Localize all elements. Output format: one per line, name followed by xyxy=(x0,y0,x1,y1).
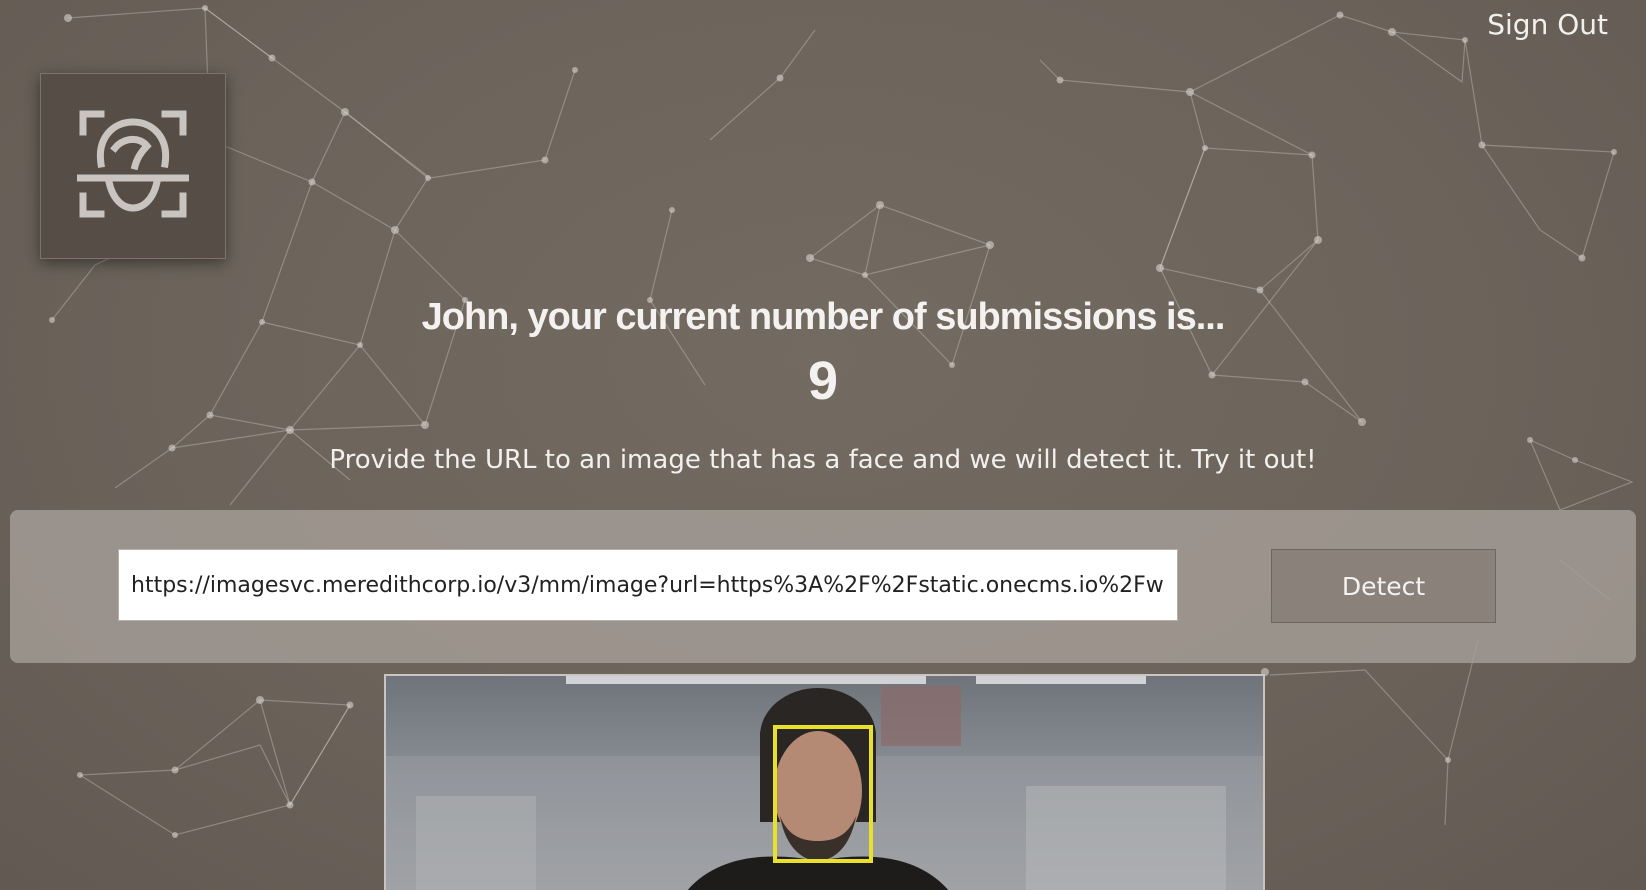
app-logo xyxy=(40,73,226,259)
face-detection-box xyxy=(773,725,873,863)
submission-count: 9 xyxy=(807,351,839,411)
instructions-text: Provide the URL to an image that has a f… xyxy=(329,445,1317,475)
detect-button[interactable]: Detect xyxy=(1271,549,1496,623)
result-image xyxy=(384,674,1265,890)
face-scan-icon xyxy=(77,110,189,218)
submission-headline: John, your current number of submissions… xyxy=(421,296,1226,338)
url-form-panel: Detect xyxy=(10,510,1636,663)
sign-out-link[interactable]: Sign Out xyxy=(1487,8,1608,41)
image-url-input[interactable] xyxy=(118,549,1178,621)
